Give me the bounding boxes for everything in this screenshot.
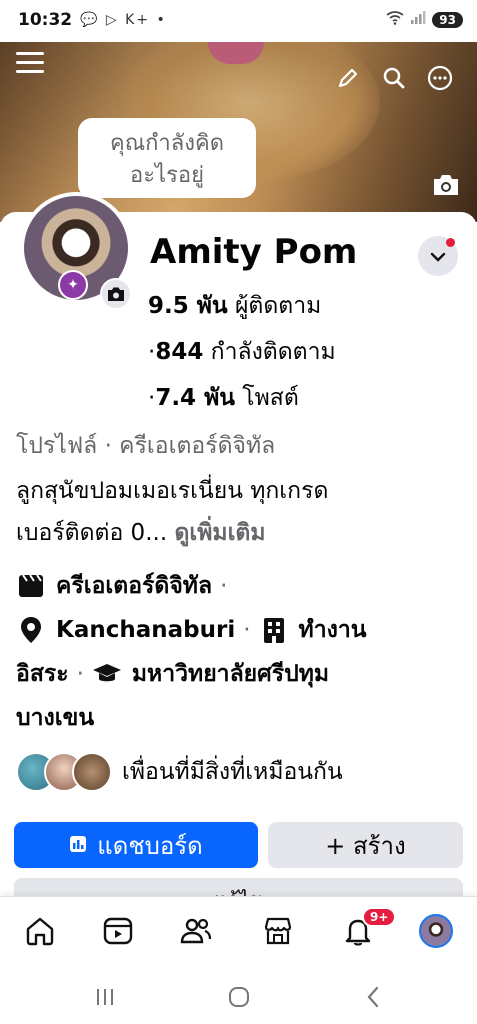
info-location-row: Kanchanaburi · ทำงาน bbox=[16, 612, 366, 648]
notification-badge: 9+ bbox=[362, 907, 397, 927]
search-icon[interactable] bbox=[381, 65, 407, 91]
profile-menu-button[interactable] bbox=[418, 236, 458, 276]
top-actions bbox=[335, 65, 453, 91]
info-education-2: บางเขน bbox=[16, 705, 95, 731]
signal-icon bbox=[410, 11, 426, 29]
battery-indicator: 93 bbox=[432, 12, 463, 28]
graduation-cap-icon bbox=[92, 659, 122, 689]
building-icon bbox=[259, 615, 289, 645]
profile-bio: ลูกสุนัขปอมเมอเรเนี่ยน ทุกเกรด เบอร์ติดต… bbox=[16, 470, 466, 554]
status-time: 10:32 bbox=[18, 10, 73, 30]
menu-icon[interactable] bbox=[16, 52, 44, 74]
see-more-link[interactable]: ดูเพิ่มเติม bbox=[174, 520, 265, 546]
followers-stat[interactable]: 9.5 พัน ผู้ติดตาม bbox=[148, 288, 321, 324]
info-creator: ครีเอเตอร์ดิจิทัล bbox=[56, 573, 213, 599]
bio-line-1: ลูกสุนัขปอมเมอเรเนี่ยน ทุกเกรด bbox=[16, 478, 329, 504]
cover-camera-icon[interactable] bbox=[431, 172, 461, 198]
bio-line-2-text: เบอร์ติดต่อ 0... bbox=[16, 520, 168, 546]
nav-video-icon[interactable] bbox=[100, 913, 136, 949]
status-notification-icons: 💬 ▷ K+ • bbox=[80, 12, 167, 28]
nav-profile-avatar[interactable] bbox=[418, 913, 454, 949]
create-button[interactable]: + สร้าง bbox=[268, 822, 463, 868]
profile-category: โปรไฟล์ · ครีเอเตอร์ดิจิทัล bbox=[16, 433, 276, 459]
system-navigation bbox=[0, 968, 477, 1024]
location-pin-icon bbox=[16, 615, 46, 645]
mutual-avatar bbox=[72, 752, 112, 792]
more-options-icon[interactable] bbox=[427, 65, 453, 91]
nav-home-icon[interactable] bbox=[22, 913, 58, 949]
posts-label: โพสต์ bbox=[242, 385, 299, 411]
dashboard-button[interactable]: แดชบอร์ด bbox=[14, 822, 258, 868]
info-education-row: บางเขน bbox=[16, 700, 94, 736]
following-stat[interactable]: ·844 กำลังติดตาม bbox=[148, 334, 336, 370]
system-back-icon[interactable] bbox=[358, 982, 388, 1012]
create-label: + สร้าง bbox=[325, 831, 406, 860]
status-bar: 10:32 💬 ▷ K+ • 93 bbox=[0, 0, 477, 42]
notification-dot bbox=[446, 238, 455, 247]
bio-line-2: เบอร์ติดต่อ 0... ดูเพิ่มเติม bbox=[16, 512, 466, 554]
edit-pencil-icon[interactable] bbox=[335, 65, 361, 91]
dashboard-icon bbox=[69, 831, 87, 859]
thought-bubble[interactable]: คุณกำลังคิดอะไรอยู่ bbox=[78, 118, 256, 198]
system-home-icon[interactable] bbox=[224, 982, 254, 1012]
following-count: 844 bbox=[155, 339, 204, 365]
chevron-down-icon bbox=[430, 247, 446, 266]
bottom-navigation: 9+ bbox=[0, 896, 477, 968]
wifi-icon bbox=[386, 11, 404, 29]
mutual-friends-text: เพื่อนที่มีสิ่งที่เหมือนกัน bbox=[122, 759, 343, 785]
nav-friends-icon[interactable] bbox=[178, 913, 214, 949]
nav-avatar-image bbox=[419, 914, 453, 948]
info-education-1: มหาวิทยาลัยศรีปทุม bbox=[131, 661, 330, 687]
info-creator-row: ครีเอเตอร์ดิจิทัล · bbox=[16, 568, 235, 604]
info-work-2: อิสระ bbox=[16, 661, 69, 687]
dashboard-label: แดชบอร์ด bbox=[97, 831, 203, 860]
story-badge-icon: ✦ bbox=[58, 270, 88, 300]
profile-name: Amity Pom bbox=[150, 232, 358, 272]
posts-stat[interactable]: ·7.4 พัน โพสต์ bbox=[148, 380, 299, 416]
mutual-friends[interactable]: เพื่อนที่มีสิ่งที่เหมือนกัน bbox=[16, 752, 343, 792]
nav-notifications-icon[interactable]: 9+ bbox=[340, 907, 397, 949]
posts-count: 7.4 พัน bbox=[155, 385, 235, 411]
clapperboard-icon bbox=[16, 571, 46, 601]
nav-marketplace-icon[interactable] bbox=[260, 913, 296, 949]
followers-count: 9.5 พัน bbox=[148, 293, 228, 319]
status-right: 93 bbox=[386, 11, 463, 29]
followers-label: ผู้ติดตาม bbox=[234, 293, 322, 319]
avatar-camera-icon[interactable] bbox=[100, 278, 132, 310]
info-work-1: ทำงาน bbox=[298, 617, 367, 643]
recent-apps-icon[interactable] bbox=[90, 982, 120, 1012]
following-label: กำลังติดตาม bbox=[210, 339, 336, 365]
info-location: Kanchanaburi bbox=[56, 617, 236, 643]
info-work-row: อิสระ · มหาวิทยาลัยศรีปทุม bbox=[16, 656, 329, 692]
